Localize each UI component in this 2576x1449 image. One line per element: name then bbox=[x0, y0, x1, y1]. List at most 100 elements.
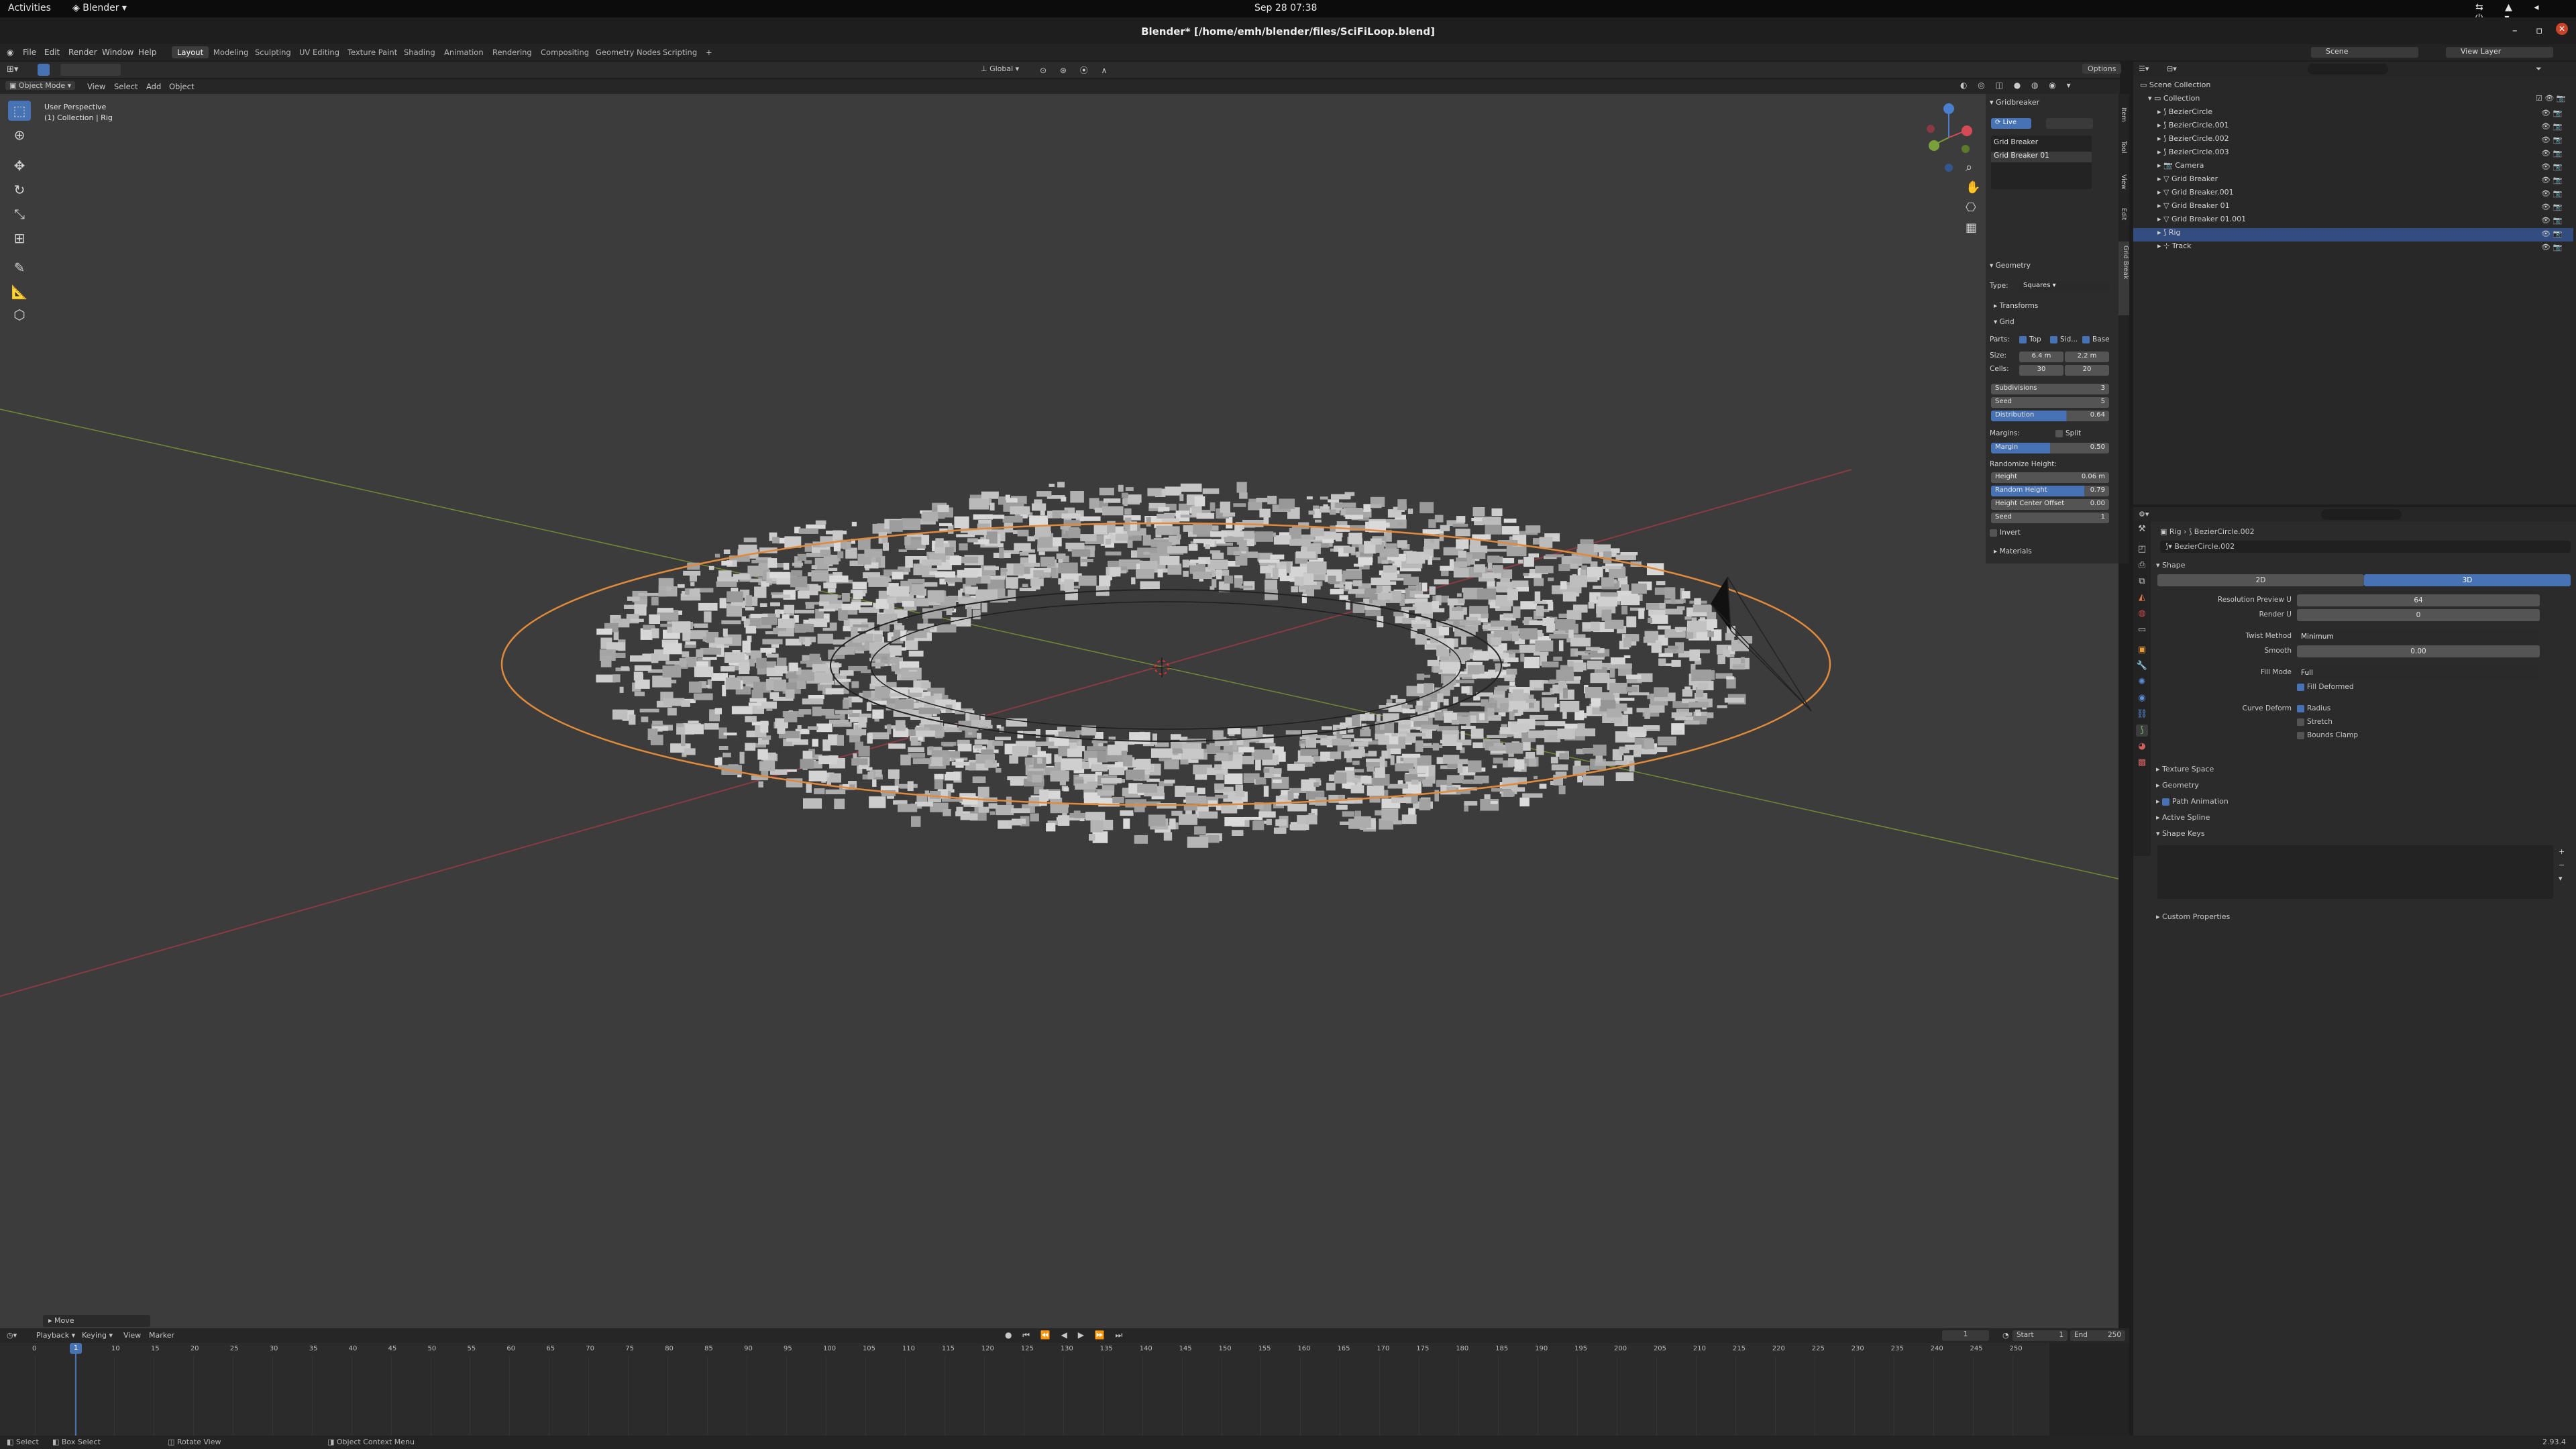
render-u-field[interactable]: 0 bbox=[2297, 609, 2540, 621]
physics-tab-icon[interactable]: ◉ bbox=[2136, 692, 2148, 704]
sidebar-tab-tool[interactable]: Tool bbox=[2120, 141, 2127, 153]
texture-tab-icon[interactable]: ▩ bbox=[2136, 757, 2148, 769]
scale-tool-icon[interactable]: ⤡ bbox=[8, 204, 31, 224]
playhead-frame-badge[interactable]: 1 bbox=[70, 1343, 82, 1354]
sidebar-tab-edit[interactable]: Edit bbox=[2120, 208, 2127, 220]
particles-tab-icon[interactable]: ✺ bbox=[2136, 676, 2148, 688]
object-tab-icon[interactable]: ▣ bbox=[2136, 644, 2148, 656]
sidebar-tab-grid-break[interactable]: Grid Break bbox=[2118, 241, 2129, 315]
outliner-collection[interactable]: ▾ ▭ Collection ☑ 👁 📷 bbox=[2133, 94, 2573, 107]
constraints-tab-icon[interactable]: ⛓ bbox=[2136, 708, 2148, 720]
menu-window[interactable]: Window bbox=[102, 48, 133, 57]
cells-x-field[interactable]: 30 bbox=[2019, 365, 2063, 376]
seed-field[interactable]: Seed 5 bbox=[1991, 397, 2109, 408]
path-animation-section[interactable]: ▸ Path Animation bbox=[2156, 797, 2229, 806]
activities-button[interactable]: Activities bbox=[8, 3, 51, 13]
bounds-clamp-checkbox[interactable]: Bounds Clamp bbox=[2297, 731, 2358, 739]
custom-properties-section[interactable]: ▸ Custom Properties bbox=[2156, 912, 2230, 921]
close-icon[interactable]: ✕ bbox=[2556, 23, 2568, 35]
distribution-slider[interactable]: Distribution 0.64 bbox=[1991, 411, 2109, 421]
tab-uv-editing[interactable]: UV Editing bbox=[294, 46, 345, 58]
tab-animation[interactable]: Animation bbox=[439, 46, 489, 58]
shape-section-header[interactable]: ▾ Shape bbox=[2156, 561, 2185, 570]
render-tab-icon[interactable]: ◰ bbox=[2136, 543, 2148, 555]
res-preview-field[interactable]: 64 bbox=[2297, 594, 2540, 606]
start-frame-field[interactable]: Start 1 bbox=[2012, 1330, 2068, 1341]
scene-selector[interactable]: Scene bbox=[2311, 47, 2418, 58]
output-tab-icon[interactable]: ⎙ bbox=[2136, 559, 2148, 572]
viewport-menu-add[interactable]: Add bbox=[146, 82, 161, 91]
tab-geometry-nodes[interactable]: Geometry Nodes bbox=[590, 46, 666, 58]
rotate-tool-icon[interactable]: ↻ bbox=[8, 180, 31, 200]
maximize-icon[interactable]: ▫ bbox=[2536, 24, 2542, 36]
viewport-shading-icons[interactable]: ◐ ◎ ◫ ● ◍ ◉ ▾ bbox=[1960, 80, 2075, 90]
select-tool-icon[interactable]: ⬚ bbox=[8, 101, 31, 121]
viewport-menu-object[interactable]: Object bbox=[169, 82, 194, 91]
size-y-field[interactable]: 2.2 m bbox=[2065, 352, 2109, 362]
collection-tab-icon[interactable]: ▭ bbox=[2136, 624, 2148, 636]
height-center-field[interactable]: Height Center Offset 0.00 bbox=[1991, 499, 2109, 510]
filter-icon[interactable]: ⏷ bbox=[2536, 64, 2542, 74]
height-field[interactable]: Height 0.06 m bbox=[1991, 472, 2109, 483]
outliner-item-grid-breaker-001[interactable]: ▸ ▽ Grid Breaker.001 👁 📷 bbox=[2133, 188, 2573, 201]
measure-tool-icon[interactable]: 📐 bbox=[8, 282, 31, 302]
grid-section-header[interactable]: ▾ Grid bbox=[1994, 318, 2015, 329]
end-frame-field[interactable]: End 250 bbox=[2070, 1330, 2125, 1341]
outliner-item-grid-breaker[interactable]: ▸ ▽ Grid Breaker 👁 📷 bbox=[2133, 174, 2573, 188]
menu-file[interactable]: File bbox=[23, 48, 36, 57]
visibility-eye-icon[interactable]: 👁 📷 bbox=[2541, 136, 2562, 144]
selection-mode-buttons[interactable] bbox=[60, 64, 121, 76]
outliner-item-beziercircle[interactable]: ▸ ⟆ BezierCircle 👁 📷 bbox=[2133, 107, 2573, 121]
options-button[interactable]: Options bbox=[2082, 64, 2122, 74]
menu-help[interactable]: Help bbox=[138, 48, 156, 57]
timeline-menu-marker[interactable]: Marker bbox=[149, 1331, 174, 1340]
visibility-eye-icon[interactable]: 👁 📷 bbox=[2541, 122, 2562, 131]
playhead-line[interactable] bbox=[75, 1343, 76, 1436]
tab-modeling[interactable]: Modeling bbox=[208, 46, 254, 58]
dimensions-3d-button[interactable]: 3D bbox=[2364, 574, 2571, 586]
tool-tab-icon[interactable]: ⚒ bbox=[2136, 523, 2148, 535]
gridbreaker-header[interactable]: ▾ Gridbreaker bbox=[1990, 98, 2039, 109]
geometry-section[interactable]: ▸ Geometry bbox=[2156, 781, 2199, 790]
annotate-tool-icon[interactable]: ✎ bbox=[8, 258, 31, 278]
outliner-item-grid-breaker-01[interactable]: ▸ ▽ Grid Breaker 01 👁 📷 bbox=[2133, 201, 2573, 215]
current-frame-field[interactable]: 1 bbox=[1942, 1330, 1989, 1341]
shape-keys-list[interactable] bbox=[2157, 845, 2553, 899]
move-tool-icon[interactable]: ✥ bbox=[8, 156, 31, 176]
sidebar-tab-view[interactable]: View bbox=[2120, 174, 2127, 190]
transform-tool-icon[interactable]: ⊞ bbox=[8, 228, 31, 248]
tab-texture-paint[interactable]: Texture Paint bbox=[342, 46, 402, 58]
view-layer-selector[interactable]: View Layer bbox=[2446, 47, 2553, 58]
outliner-item-track[interactable]: ▸ ⊹ Track 👁 📷 bbox=[2133, 241, 2573, 255]
outliner-item-beziercircle-002[interactable]: ▸ ⟆ BezierCircle.002 👁 📷 bbox=[2133, 134, 2573, 148]
add-workspace-button[interactable]: + bbox=[700, 46, 718, 58]
last-operator-panel[interactable]: ▸ Move bbox=[43, 1315, 150, 1327]
cursor-tool-icon[interactable]: ⊕ bbox=[8, 125, 31, 145]
tab-compositing[interactable]: Compositing bbox=[535, 46, 594, 58]
active-spline-section[interactable]: ▸ Active Spline bbox=[2156, 813, 2210, 822]
menu-render[interactable]: Render bbox=[68, 48, 97, 57]
outliner-item-beziercircle-003[interactable]: ▸ ⟆ BezierCircle.003 👁 📷 bbox=[2133, 148, 2573, 161]
material-tab-icon[interactable]: ◕ bbox=[2136, 741, 2148, 753]
visibility-eye-icon[interactable]: 👁 📷 bbox=[2541, 243, 2562, 252]
curve-datablock-field[interactable]: ⟆▾ BezierCircle.002 bbox=[2160, 541, 2571, 553]
visibility-eye-icon[interactable]: 👁 📷 bbox=[2541, 149, 2562, 158]
timeline-menu-keying[interactable]: Keying ▾ bbox=[82, 1331, 113, 1340]
invert-checkbox[interactable]: Invert bbox=[1990, 529, 2021, 539]
pivot-snap-icons[interactable]: ⊙ ⊛ ⦿ ∧ bbox=[1040, 64, 1112, 76]
visibility-eye-icon[interactable]: 👁 📷 bbox=[2541, 162, 2562, 171]
timeline-editor-icon[interactable]: ◷▾ bbox=[7, 1331, 17, 1340]
viewport-menu-view[interactable]: View bbox=[87, 82, 105, 91]
shape-keys-section[interactable]: ▾ Shape Keys bbox=[2156, 829, 2205, 838]
outliner-item-grid-breaker-01-001[interactable]: ▸ ▽ Grid Breaker 01.001 👁 📷 bbox=[2133, 215, 2573, 228]
menu-edit[interactable]: Edit bbox=[44, 48, 60, 57]
parts-side-checkbox[interactable]: Sid... bbox=[2050, 335, 2078, 346]
type-dropdown[interactable]: Squares ▾ bbox=[2019, 281, 2110, 292]
tab-sculpting[interactable]: Sculpting bbox=[250, 46, 297, 58]
sidebar-tab-item[interactable]: Item bbox=[2120, 107, 2127, 122]
timeline-track-area[interactable]: 0510152025303540455055606570758085909510… bbox=[0, 1343, 2129, 1436]
radius-checkbox[interactable]: Radius bbox=[2297, 704, 2330, 712]
playback-controls[interactable]: ● ⏮ ⏪ ◀ ▶ ⏩ ⏭ bbox=[1005, 1330, 1126, 1340]
editor-type-icon[interactable]: ⊞▾ bbox=[7, 64, 18, 74]
list-item-grid-breaker-01[interactable]: Grid Breaker 01 bbox=[1991, 152, 2092, 162]
